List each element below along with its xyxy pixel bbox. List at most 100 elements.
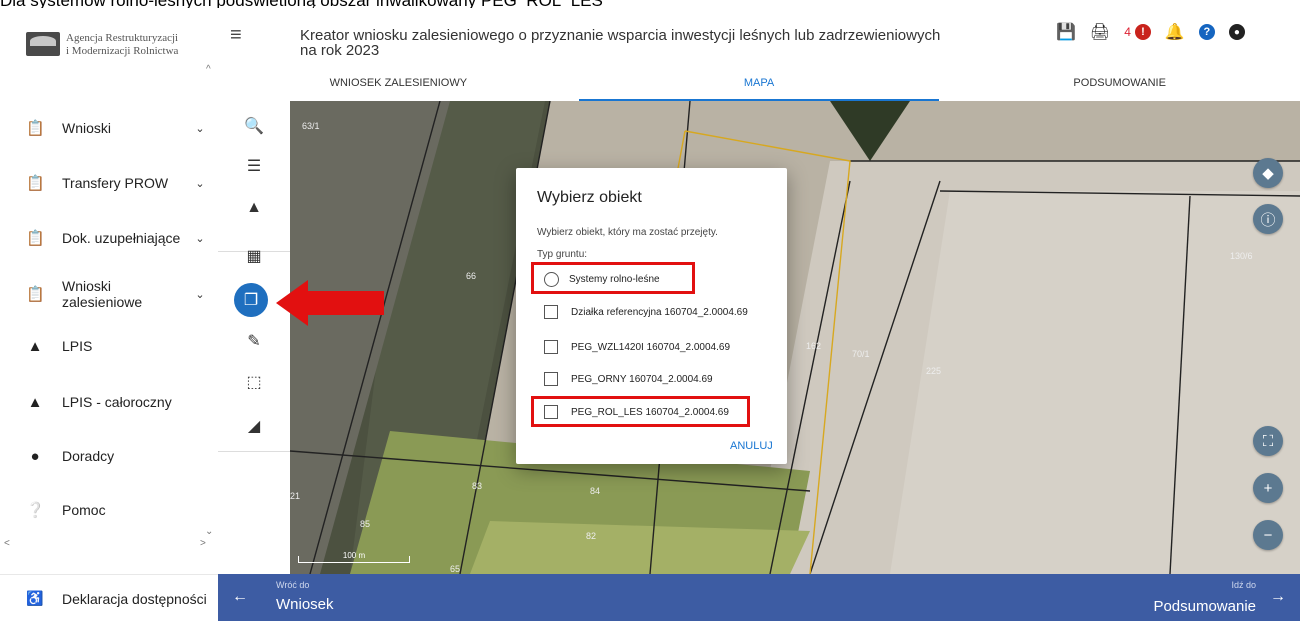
terrain-icon: ▲ [27, 337, 43, 355]
sidebar-item-label: Wnioski zalesieniowe [62, 278, 143, 310]
checkbox[interactable] [544, 305, 558, 319]
checkbox[interactable] [544, 372, 558, 386]
help-icon[interactable]: ? [1198, 24, 1215, 40]
clipboard-icon: 📋 [26, 230, 45, 247]
sidebar-item-label: Wnioski [62, 120, 112, 136]
option-dzialka-referencyjna[interactable]: Działka referencyjna 160704_2.0004.69 [544, 302, 748, 322]
zoom-out-icon[interactable]: − [1253, 520, 1283, 550]
tab-wniosek-zalesieniowy[interactable]: WNIOSEK ZALESIENIOWY [218, 73, 579, 101]
dialog-subtitle: Wybierz obiekt, który ma zostać przejęty… [537, 227, 718, 238]
chevron-down-icon: ⌄ [195, 122, 205, 135]
sidebar-item-transfery-prow[interactable]: 📋 Transfery PROW ⌄ [0, 163, 210, 203]
sidebar-item-doradcy[interactable]: ● Doradcy [0, 436, 210, 476]
sidebar-item-label: Pomoc [62, 502, 106, 518]
sidebar-item-label: Transfery PROW [62, 175, 169, 191]
map-canvas[interactable]: 63/1 66 162 70/1 225 83 84 82 85 21 65 1… [290, 101, 1300, 574]
option-label: Działka referencyjna 160704_2.0004.69 [571, 306, 748, 318]
red-arrow-annotation [276, 280, 384, 326]
next-caption: Idź do [1231, 580, 1256, 590]
measure-icon[interactable]: ◢ [218, 411, 290, 441]
sidebar-item-wnioski[interactable]: 📋 Wnioski ⌄ [0, 108, 210, 148]
fullscreen-icon[interactable]: ⛶ [1253, 426, 1283, 456]
sidebar-item-declaration[interactable]: ♿ Deklaracja dostępności [0, 574, 218, 622]
scroll-left-icon[interactable]: < [4, 538, 10, 549]
title-line1: Kreator wniosku zalesieniowego o przyzna… [300, 27, 941, 44]
cancel-button[interactable]: ANULUJ [730, 440, 773, 452]
parcel-label: 83 [472, 481, 483, 491]
parcel-label: 82 [586, 531, 597, 541]
horizontal-scrollbar[interactable]: < > ⌄ [0, 526, 213, 550]
back-caption: Wróć do [276, 580, 310, 590]
page-title: Kreator wniosku zalesieniowego o przyzna… [300, 28, 1040, 58]
back-button[interactable]: Wniosek [276, 596, 334, 613]
app-header: ≡ Kreator wniosku zalesieniowego o przyz… [218, 8, 1300, 73]
logo-mark-icon [26, 32, 60, 56]
tab-podsumowanie[interactable]: PODSUMOWANIE [939, 73, 1300, 101]
parcel-label: 63/1 [302, 121, 320, 131]
rectangle-select-icon[interactable]: ⬚ [218, 367, 290, 397]
pencil-icon[interactable]: ✎ [218, 326, 290, 356]
arimr-logo[interactable]: Agencja Restrukturyzacji i Modernizacji … [26, 32, 178, 58]
arrow-right-icon[interactable]: → [1270, 588, 1286, 606]
print-icon[interactable]: 🖨 [1090, 22, 1110, 42]
alert-icon[interactable]: ! [1134, 24, 1151, 40]
parcel-label: 66 [466, 271, 477, 281]
option-peg-orny[interactable]: PEG_ORNY 160704_2.0004.69 [544, 369, 713, 389]
bottom-navigation: ← Wróć do Wniosek Idź do Podsumowanie → [218, 574, 1300, 621]
arrow-left-icon[interactable]: ← [232, 588, 248, 606]
help-icon: ❔ [26, 502, 45, 519]
red-highlight-box [531, 396, 750, 427]
accessibility-icon: ♿ [26, 590, 44, 606]
take-over-object-icon[interactable]: ❐ [234, 283, 268, 317]
sidebar-item-dok-uzupelniajace[interactable]: 📋 Dok. uzupełniające ⌄ [0, 218, 210, 258]
select-object-dialog: Wybierz obiekt Wybierz obiekt, który ma … [516, 168, 787, 464]
bell-icon[interactable]: 🔔 [1165, 22, 1185, 42]
option-peg-wzl1420i[interactable]: PEG_WZL1420I 160704_2.0004.69 [544, 337, 730, 357]
checkbox[interactable] [544, 340, 558, 354]
tab-mapa[interactable]: MAPA [578, 73, 940, 101]
zoom-in-icon[interactable]: + [1253, 473, 1283, 503]
next-button[interactable]: Podsumowanie [1153, 598, 1256, 615]
sidebar-item-label: LPIS [62, 338, 93, 354]
sidebar-item-label: Dok. uzupełniające [62, 230, 181, 246]
terrain-icon: ▲ [27, 393, 43, 411]
parcel-label: 65 [450, 564, 461, 574]
parcel-label: 130/6 [1230, 251, 1253, 261]
ground-type-label: Typ gruntu: [537, 249, 588, 260]
option-label: PEG_WZL1420I 160704_2.0004.69 [571, 341, 731, 353]
scroll-down-icon[interactable]: ⌄ [205, 526, 213, 537]
red-highlight-box [531, 262, 695, 294]
parcel-label: 70/1 [852, 349, 870, 359]
chevron-down-icon: ⌄ [195, 177, 205, 190]
sidebar-item-label: Doradcy [62, 448, 115, 464]
sidebar-item-pomoc[interactable]: ❔ Pomoc [0, 490, 210, 530]
forest-icon[interactable]: ▲ [218, 193, 290, 223]
sidebar-item-wnioski-zalesieniowe[interactable]: 📋 Wnioski zalesieniowe ⌄ [0, 274, 210, 314]
clipboard-icon: 📋 [26, 286, 45, 303]
search-icon[interactable]: 🔍 [218, 111, 290, 141]
chevron-down-icon: ⌄ [195, 288, 205, 301]
list-icon[interactable]: ☰ [218, 151, 290, 181]
sidebar-item-lpis-caloroczny[interactable]: ▲ LPIS - całoroczny [0, 382, 210, 422]
alert-count: 4 [1124, 25, 1131, 39]
select-area-icon[interactable]: ▦ [218, 241, 290, 271]
clipboard-icon: 📋 [26, 175, 45, 192]
dialog-title: Wybierz obiekt [537, 189, 642, 206]
parcel-label: 21 [290, 491, 301, 501]
tab-bar: WNIOSEK ZALESIENIOWY MAPA PODSUMOWANIE [218, 73, 1300, 102]
sidebar-item-lpis[interactable]: ▲ LPIS [0, 326, 210, 366]
layers-icon[interactable]: ◆ [1253, 158, 1283, 188]
clipboard-icon: 📋 [26, 120, 45, 137]
parcel-label: 85 [360, 519, 371, 529]
logo-line2: i Modernizacji Rolnictwa [66, 45, 179, 57]
sidebar-item-label: Deklaracja dostępności [62, 590, 207, 607]
save-icon[interactable]: 💾 [1056, 22, 1076, 42]
user-account-icon[interactable]: ● [1228, 24, 1245, 40]
scroll-up-icon[interactable]: ^ [206, 64, 211, 75]
hamburger-menu-icon[interactable]: ≡ [230, 24, 242, 47]
sidebar: Agencja Restrukturyzacji i Modernizacji … [0, 8, 219, 621]
info-icon[interactable]: ⓘ [1253, 204, 1283, 234]
map-toolbar: 🔍 ☰ ▲ ▦ ❐ ✎ ⬚ ◢ [218, 101, 291, 574]
scroll-right-icon[interactable]: > [200, 538, 206, 549]
map-imagery [290, 101, 1300, 574]
